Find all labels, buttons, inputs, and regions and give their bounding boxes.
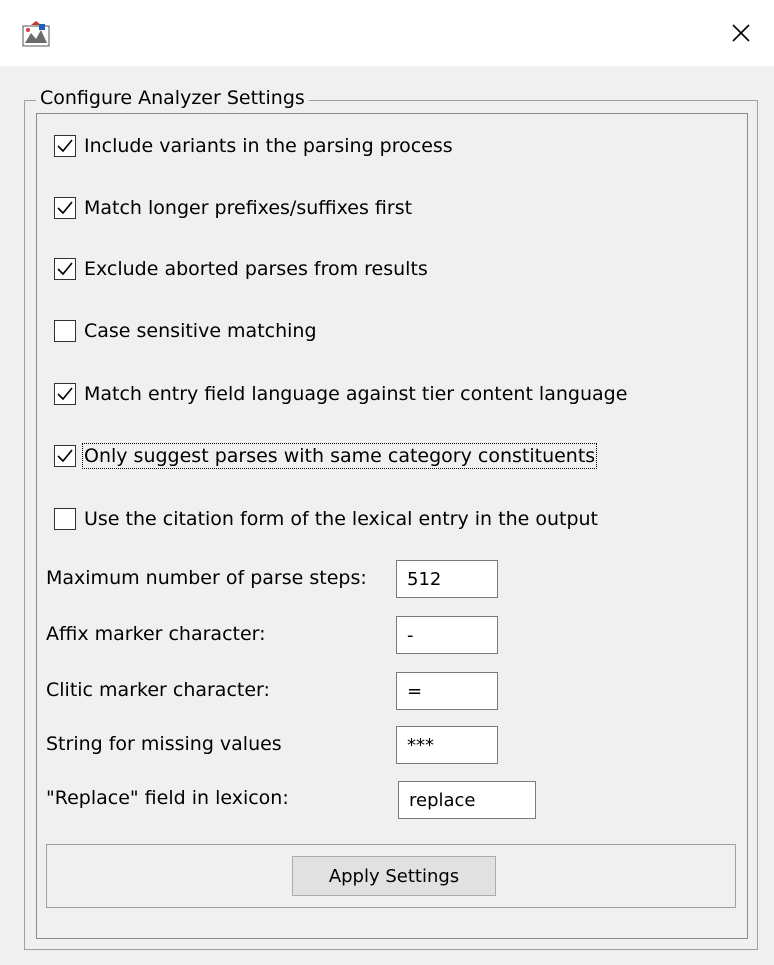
- replace-field-input[interactable]: [398, 781, 536, 819]
- missing-values-field[interactable]: [396, 726, 498, 764]
- app-icon: [22, 21, 50, 47]
- close-button[interactable]: [708, 0, 774, 66]
- replace-field-label: "Replace" field in lexicon:: [46, 787, 289, 809]
- missing-values-label: String for missing values: [46, 733, 282, 755]
- max-parse-steps-field[interactable]: [396, 560, 498, 598]
- checkbox-box[interactable]: [54, 135, 76, 157]
- affix-marker-label: Affix marker character:: [46, 623, 266, 645]
- checkbox-label: Case sensitive matching: [84, 320, 317, 342]
- analyzer-settings-window: Configure Analyzer Settings Include vari…: [0, 0, 774, 965]
- checkbox-box[interactable]: [54, 258, 76, 280]
- max-parse-steps-label: Maximum number of parse steps:: [46, 567, 367, 589]
- check-icon: [57, 139, 73, 153]
- clitic-marker-field[interactable]: [396, 672, 498, 710]
- apply-settings-button[interactable]: Apply Settings: [292, 856, 496, 896]
- check-icon: [57, 449, 73, 463]
- clitic-marker-label: Clitic marker character:: [46, 679, 270, 701]
- check-icon: [57, 201, 73, 215]
- checkbox-box[interactable]: [54, 383, 76, 405]
- check-icon: [57, 262, 73, 276]
- group-title: Configure Analyzer Settings: [36, 85, 309, 111]
- checkbox-include-variants[interactable]: Include variants in the parsing process: [54, 132, 453, 160]
- check-icon: [57, 387, 73, 401]
- checkbox-box[interactable]: [54, 508, 76, 530]
- checkbox-box[interactable]: [54, 197, 76, 219]
- checkbox-box[interactable]: [54, 320, 76, 342]
- checkbox-label: Match longer prefixes/suffixes first: [84, 197, 413, 219]
- checkbox-same-category[interactable]: Only suggest parses with same category c…: [54, 442, 598, 470]
- checkbox-label: Match entry field language against tier …: [84, 383, 628, 405]
- checkbox-exclude-aborted-parses[interactable]: Exclude aborted parses from results: [54, 255, 428, 283]
- checkbox-label: Only suggest parses with same category c…: [81, 443, 598, 469]
- title-bar: [0, 0, 774, 66]
- checkbox-citation-form[interactable]: Use the citation form of the lexical ent…: [54, 505, 598, 533]
- checkbox-case-sensitive[interactable]: Case sensitive matching: [54, 317, 317, 345]
- checkbox-match-entry-language[interactable]: Match entry field language against tier …: [54, 380, 627, 408]
- checkbox-box[interactable]: [54, 445, 76, 467]
- checkbox-label: Include variants in the parsing process: [84, 135, 453, 157]
- close-icon: [732, 24, 750, 42]
- affix-marker-field[interactable]: [396, 616, 498, 654]
- checkbox-match-longer-affixes[interactable]: Match longer prefixes/suffixes first: [54, 194, 412, 222]
- checkbox-label: Exclude aborted parses from results: [84, 258, 428, 280]
- checkbox-label: Use the citation form of the lexical ent…: [84, 508, 599, 530]
